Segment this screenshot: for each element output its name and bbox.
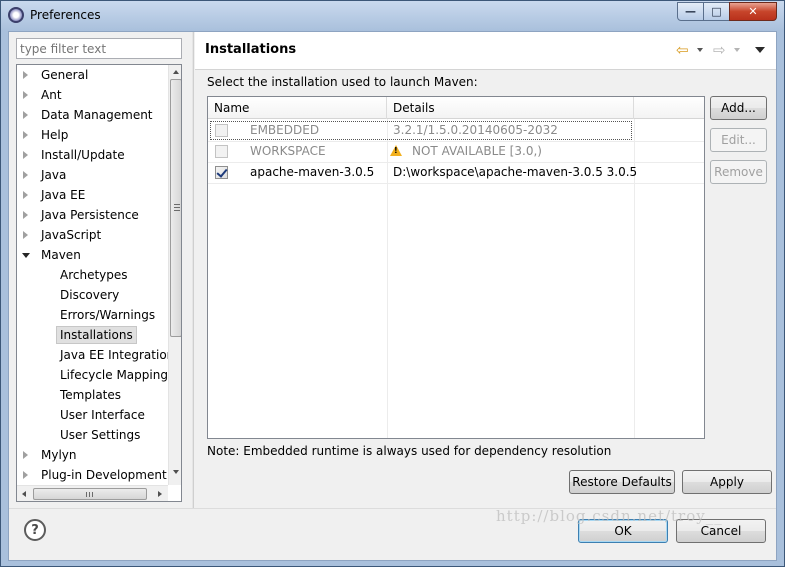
restore-defaults-button[interactable]: Restore Defaults — [569, 470, 675, 494]
grip-line — [174, 210, 180, 211]
note-label: Note: Embedded runtime is always used fo… — [207, 444, 612, 458]
tree-item-label: Lifecycle Mapping — [60, 368, 168, 382]
chevron-right-icon[interactable] — [23, 151, 28, 159]
chevron-right-icon[interactable] — [23, 211, 28, 219]
pane-splitter[interactable] — [192, 32, 194, 508]
scroll-right-icon[interactable] — [158, 491, 162, 497]
chevron-down-icon[interactable] — [697, 48, 703, 52]
tree-item-label: Java — [41, 168, 67, 182]
chevron-down-icon[interactable] — [22, 253, 30, 258]
chevron-right-icon[interactable] — [23, 191, 28, 199]
chevron-down-icon[interactable] — [734, 48, 740, 52]
table-header: Name Details — [208, 97, 704, 119]
tree-item-label: Plug-in Development — [41, 468, 167, 482]
remove-button[interactable]: Remove — [710, 160, 767, 184]
arrow-right-icon[interactable]: ⇨ — [713, 41, 726, 59]
installation-details: 3.2.1/1.5.0.20140605-2032 — [393, 123, 558, 137]
view-menu-icon[interactable] — [755, 47, 765, 53]
chevron-right-icon[interactable] — [23, 131, 28, 139]
page-title: Installations — [205, 42, 297, 57]
tree-item-label: Data Management — [41, 108, 153, 122]
close-button[interactable]: ✕ — [729, 2, 777, 21]
grip-line — [86, 492, 87, 497]
installation-name: EMBEDDED — [250, 123, 320, 137]
column-header-name[interactable]: Name — [208, 97, 387, 119]
tree-vertical-scroll-thumb[interactable] — [170, 79, 181, 337]
warning-icon-mark: ! — [394, 146, 398, 155]
scroll-down-icon[interactable] — [173, 470, 179, 474]
window-title: Preferences — [30, 8, 101, 22]
column-header-filler — [634, 97, 704, 119]
scroll-up-icon[interactable] — [173, 70, 179, 74]
tree-horizontal-scroll-thumb[interactable] — [33, 488, 147, 500]
table-row[interactable]: apache-maven-3.0.5 D:\workspace\apache-ma… — [208, 162, 704, 183]
chevron-right-icon[interactable] — [23, 171, 28, 179]
tree-item-label: Java EE — [41, 188, 86, 202]
chevron-right-icon[interactable] — [23, 111, 28, 119]
edit-button[interactable]: Edit... — [710, 128, 767, 152]
tree-item-label: User Settings — [60, 428, 141, 442]
installation-name: WORKSPACE — [250, 144, 326, 158]
grip-line — [89, 492, 90, 497]
scroll-left-icon[interactable] — [22, 491, 26, 497]
minimize-button[interactable]: — — [677, 2, 704, 21]
tree-vertical-scrollbar[interactable] — [168, 65, 181, 485]
tree-item-label: Help — [41, 128, 69, 142]
help-icon[interactable]: ? — [24, 519, 46, 541]
tree-item-label: General — [41, 68, 89, 82]
eclipse-app-icon — [8, 7, 24, 23]
dialog-client-area: General Ant Data Management Help Install/Upd… — [8, 31, 777, 561]
tree-item-label: Discovery — [60, 288, 120, 302]
page-header: Installations ⇦ ⇨ — [195, 32, 776, 70]
tree-item-label: Templates — [60, 388, 122, 402]
maximize-button[interactable]: □ — [703, 2, 730, 21]
installation-name: apache-maven-3.0.5 — [250, 165, 375, 179]
tree-item-label: Install/Update — [41, 148, 125, 162]
chevron-right-icon[interactable] — [23, 451, 28, 459]
intro-label: Select the installation used to launch M… — [207, 75, 478, 89]
installation-checkbox[interactable] — [215, 145, 228, 158]
column-header-details[interactable]: Details — [387, 97, 634, 119]
chevron-right-icon[interactable] — [23, 91, 28, 99]
installation-checkbox[interactable] — [215, 166, 228, 179]
apply-button[interactable]: Apply — [682, 470, 772, 494]
tree-item-label: Errors/Warnings — [60, 308, 156, 322]
tree-horizontal-scrollbar[interactable] — [17, 485, 168, 501]
tree-item-label: JavaScript — [41, 228, 102, 242]
tree-item-label: Archetypes — [60, 268, 128, 282]
tree-item-label: Ant — [41, 88, 62, 102]
grip-line — [174, 204, 180, 205]
preferences-window: Preferences — □ ✕ General Ant Data Managem… — [0, 0, 785, 567]
tree-item-label: Installations — [56, 326, 137, 344]
installation-checkbox[interactable] — [215, 124, 228, 137]
watermark: http://blog.csdn.net/troy__ — [496, 507, 723, 525]
installation-details: D:\workspace\apache-maven-3.0.5 3.0.5 — [393, 165, 638, 179]
chevron-right-icon[interactable] — [23, 71, 28, 79]
tree-item-label: Maven — [41, 248, 81, 262]
tree-item-label: User Interface — [60, 408, 145, 422]
title-bar[interactable]: Preferences — □ ✕ — [1, 1, 784, 31]
tree-item-label: Mylyn — [41, 448, 77, 462]
chevron-right-icon[interactable] — [23, 231, 28, 239]
installation-details: NOT AVAILABLE [3.0,) — [412, 144, 542, 158]
add-button[interactable]: Add... — [710, 96, 767, 120]
table-row[interactable]: EMBEDDED 3.2.1/1.5.0.20140605-2032 — [208, 120, 704, 141]
table-row[interactable]: WORKSPACE! NOT AVAILABLE [3.0,) — [208, 141, 704, 162]
arrow-left-icon[interactable]: ⇦ — [676, 41, 689, 59]
tree-item-label: Java EE Integration — [60, 348, 175, 362]
installations-table: Name Details EMBEDDED 3.2.1/1.5.0.2014060… — [207, 96, 705, 439]
grip-line — [92, 492, 93, 497]
tree-item-label: Java Persistence — [41, 208, 139, 222]
row-divider — [208, 183, 704, 184]
chevron-right-icon[interactable] — [23, 471, 28, 479]
preference-tree: General Ant Data Management Help Install/Upd… — [16, 64, 182, 502]
filter-input[interactable] — [16, 38, 182, 59]
grip-line — [174, 207, 180, 208]
